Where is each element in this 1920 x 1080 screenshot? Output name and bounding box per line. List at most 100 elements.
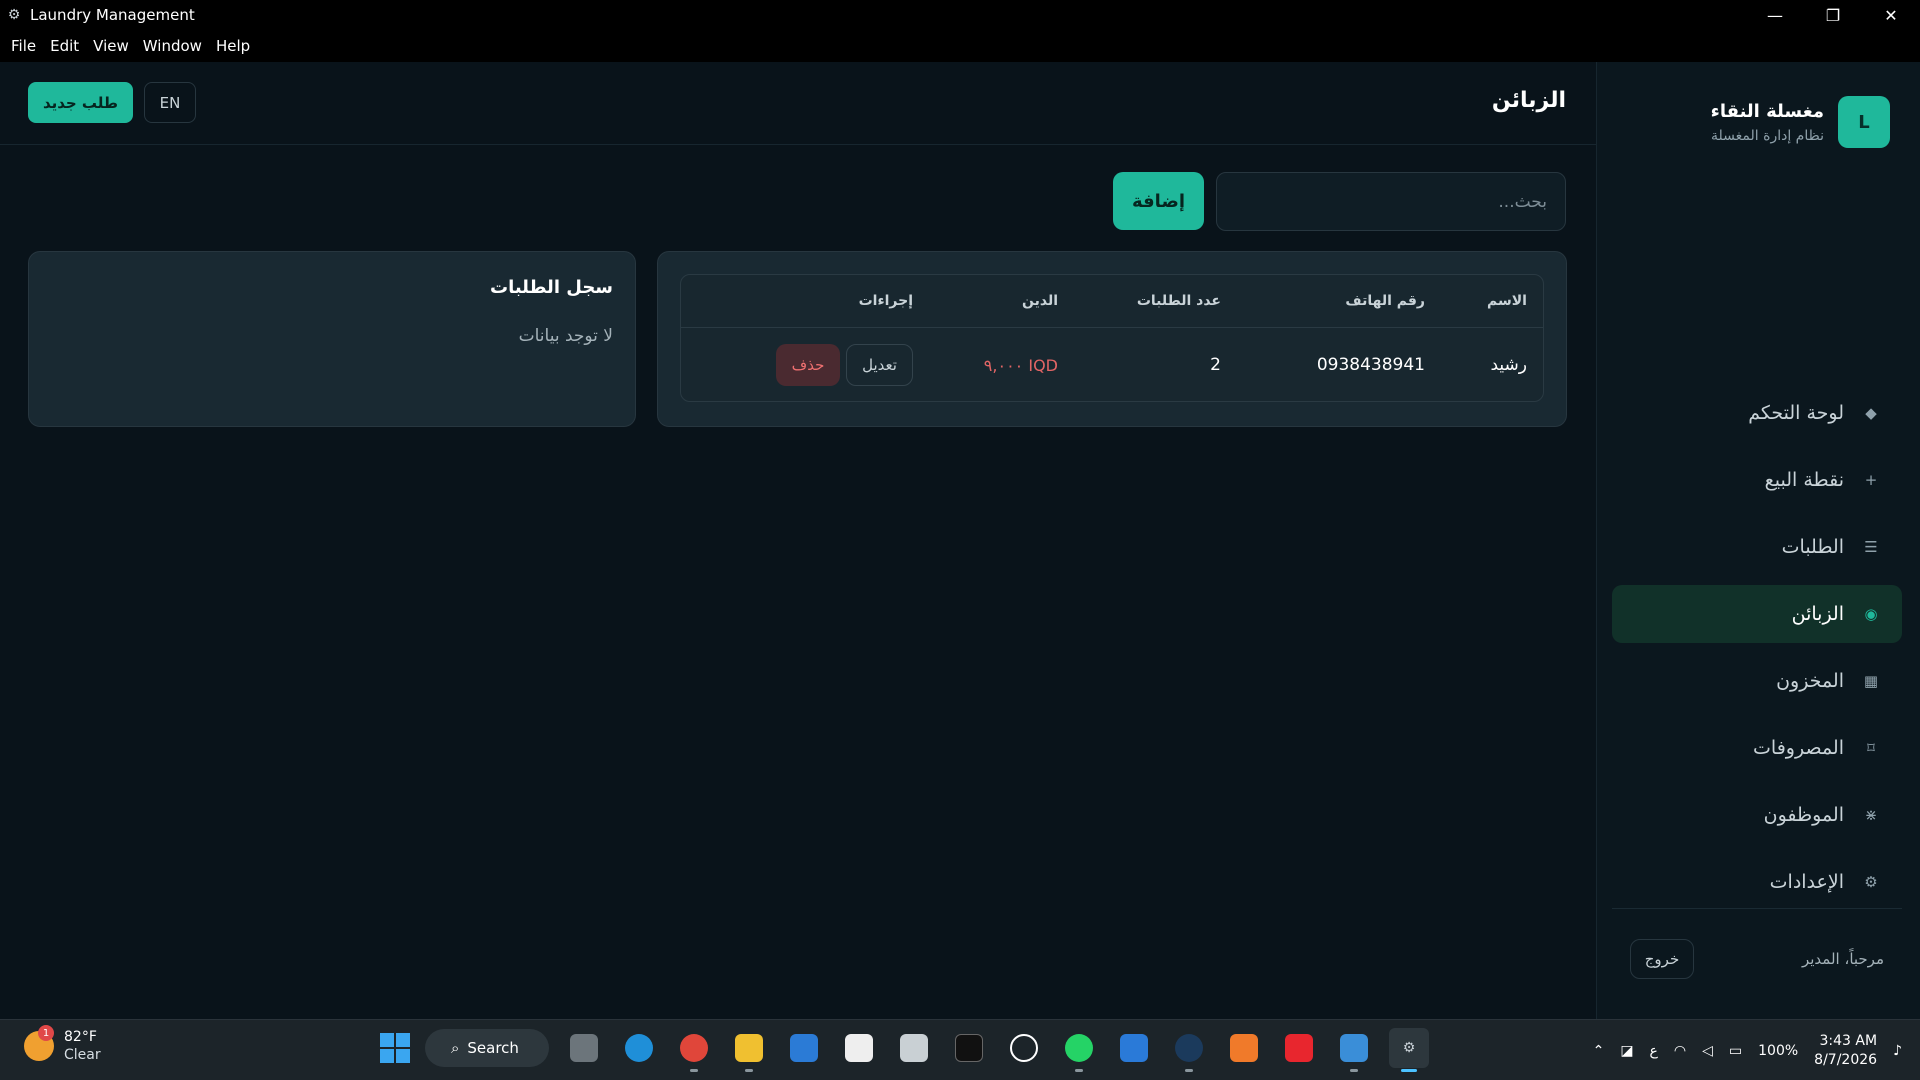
sidebar-item-customers[interactable]: الزبائن ◉: [1612, 585, 1902, 643]
delete-button[interactable]: حذف: [776, 344, 840, 386]
order-history-title: سجل الطلبات: [489, 277, 613, 298]
weather-widget[interactable]: 1 82°F Clear: [24, 1025, 101, 1064]
battery-icon[interactable]: ▭: [1729, 1043, 1742, 1059]
menu-view[interactable]: View: [86, 37, 136, 55]
sidebar-item-label: الموظفون: [1763, 804, 1844, 826]
taskbar-search-button[interactable]: ⌕ Search: [425, 1029, 549, 1067]
sidebar-item-dashboard[interactable]: لوحة التحكم ◆: [1612, 384, 1902, 442]
clock[interactable]: 3:43 AM 8/7/2026: [1814, 1032, 1877, 1070]
whatsapp-icon[interactable]: [1059, 1028, 1099, 1072]
add-customer-button[interactable]: إضافة: [1113, 172, 1204, 230]
notification-bell-icon[interactable]: ♪: [1893, 1043, 1902, 1059]
restore-button[interactable]: ❐: [1804, 0, 1862, 30]
wps-office-icon[interactable]: [1279, 1028, 1319, 1068]
employees-icon: ⋇: [1864, 806, 1878, 824]
customer-order-count: 2: [1210, 355, 1221, 375]
window-title: Laundry Management: [30, 6, 195, 24]
taskbar-apps: ⌕ Search ⚙: [380, 1028, 1429, 1072]
system-tray: ⌃ ◪ ع ◠ ◁ ▭ 100% 3:43 AM 8/7/2026 ♪: [1593, 1020, 1902, 1080]
menu-window[interactable]: Window: [136, 37, 209, 55]
new-order-button[interactable]: طلب جديد: [28, 82, 133, 123]
column-header-actions: إجراءات: [858, 293, 913, 309]
windows-start-icon[interactable]: [380, 1033, 410, 1063]
language-toggle-button[interactable]: EN: [144, 82, 196, 123]
order-history-panel: سجل الطلبات لا توجد بيانات: [28, 251, 636, 427]
xampp-icon[interactable]: [1224, 1028, 1264, 1068]
weather-condition: Clear: [64, 1047, 101, 1063]
customer-debt: IQD ٩,٠٠٠: [983, 355, 1058, 375]
mail-icon[interactable]: [894, 1028, 934, 1068]
customers-panel: الاسم رقم الهاتف عدد الطلبات الدين إجراء…: [657, 251, 1567, 427]
brand-subtitle: نظام إدارة المغسلة: [1711, 127, 1824, 144]
app-window: L مغسلة النقاء نظام إدارة المغسلة لوحة ا…: [0, 62, 1920, 1019]
minimize-button[interactable]: —: [1746, 0, 1804, 30]
sidebar-item-orders[interactable]: الطلبات ☰: [1612, 518, 1902, 576]
column-header-name: الاسم: [1487, 293, 1527, 309]
taskbar-search-label: Search: [467, 1039, 519, 1057]
notification-badge: 1: [38, 1025, 54, 1041]
empty-state-text: لا توجد بيانات: [518, 326, 613, 346]
brand: L مغسلة النقاء نظام إدارة المغسلة: [1711, 96, 1890, 148]
window-controls: — ❐ ✕: [1746, 0, 1920, 30]
outlook-icon[interactable]: [784, 1028, 824, 1068]
row-actions: تعديل حذف: [776, 328, 913, 402]
sidebar-item-label: لوحة التحكم: [1748, 402, 1844, 424]
edit-button[interactable]: تعديل: [846, 344, 913, 386]
edge-icon[interactable]: [619, 1028, 659, 1068]
main-content: الزبائن طلب جديد EN إضافة الاسم رقم الها…: [0, 62, 1596, 1019]
menu-bar: File Edit View Window Help: [0, 30, 1920, 62]
app-icon: ⚙: [7, 7, 21, 23]
file-explorer-icon[interactable]: [729, 1028, 769, 1072]
expenses-icon: ⌑: [1867, 739, 1875, 757]
wifi-icon[interactable]: ◠: [1674, 1043, 1686, 1059]
photos-icon[interactable]: [1334, 1028, 1374, 1072]
page-title: الزبائن: [1491, 88, 1566, 113]
package-icon[interactable]: [949, 1028, 989, 1068]
sidebar-divider: [1612, 908, 1902, 909]
chatgpt-icon[interactable]: [1004, 1028, 1044, 1068]
welcome-text: مرحباً، المدير: [1801, 950, 1884, 968]
list-icon: ☰: [1864, 538, 1878, 556]
weather-temperature: 82°F: [64, 1029, 97, 1045]
remote-app-icon[interactable]: [1114, 1028, 1154, 1068]
customers-icon: ◉: [1864, 605, 1878, 623]
volume-icon[interactable]: ◁: [1702, 1043, 1713, 1059]
sidebar-item-label: الطلبات: [1781, 536, 1844, 558]
close-button[interactable]: ✕: [1862, 0, 1920, 30]
column-header-phone: رقم الهاتف: [1345, 293, 1425, 309]
steam-icon[interactable]: [1169, 1028, 1209, 1072]
sidebar-item-label: نقطة البيع: [1764, 469, 1844, 491]
brand-name: مغسلة النقاء: [1710, 100, 1824, 122]
menu-edit[interactable]: Edit: [43, 37, 86, 55]
microsoft-store-icon[interactable]: [839, 1028, 879, 1068]
table-header: الاسم رقم الهاتف عدد الطلبات الدين إجراء…: [681, 275, 1543, 328]
menu-file[interactable]: File: [4, 37, 43, 55]
sidebar-item-label: المخزون: [1776, 670, 1844, 692]
sidebar-item-inventory[interactable]: المخزون ▦: [1612, 652, 1902, 710]
chrome-icon[interactable]: [674, 1028, 714, 1072]
sidebar-item-expenses[interactable]: المصروفات ⌑: [1612, 719, 1902, 777]
chevron-up-icon[interactable]: ⌃: [1593, 1043, 1605, 1059]
clock-time: 3:43 AM: [1819, 1032, 1878, 1049]
sidebar-item-pos[interactable]: نقطة البيع +: [1612, 451, 1902, 509]
top-bar: الزبائن طلب جديد EN: [0, 62, 1596, 145]
title-bar: ⚙ Laundry Management — ❐ ✕: [0, 0, 1920, 30]
sidebar-item-employees[interactable]: الموظفون ⋇: [1612, 786, 1902, 844]
clock-date: 8/7/2026: [1814, 1051, 1878, 1068]
sidebar: L مغسلة النقاء نظام إدارة المغسلة لوحة ا…: [1596, 62, 1920, 1019]
tray-app-icon[interactable]: ◪: [1620, 1043, 1633, 1059]
customer-phone: 0938438941: [1316, 355, 1425, 375]
sidebar-item-label: المصروفات: [1753, 737, 1844, 759]
logout-button[interactable]: خروج: [1630, 939, 1694, 979]
column-header-orders: عدد الطلبات: [1136, 293, 1221, 309]
sidebar-footer: خروج مرحباً، المدير: [1630, 939, 1884, 979]
laundry-app-icon[interactable]: ⚙: [1389, 1028, 1429, 1072]
search-icon: ⌕: [451, 1039, 460, 1057]
input-language[interactable]: ع: [1650, 1043, 1658, 1059]
table-row[interactable]: رشيد 0938438941 2 IQD ٩,٠٠٠ تعديل حذف: [681, 328, 1543, 402]
search-input[interactable]: [1216, 172, 1566, 231]
menu-help[interactable]: Help: [209, 37, 257, 55]
task-view-icon[interactable]: [564, 1028, 604, 1068]
grid-icon: ▦: [1863, 672, 1879, 690]
sidebar-item-settings[interactable]: الإعدادات ⚙: [1612, 853, 1902, 911]
